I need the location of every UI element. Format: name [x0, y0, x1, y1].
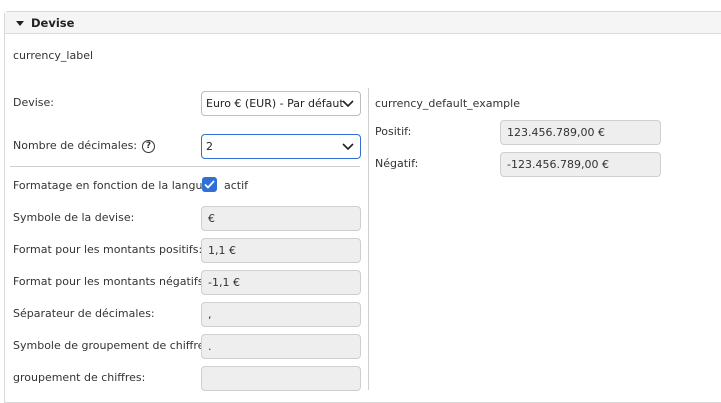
negative-format-field[interactable]: -1,1 €: [201, 270, 361, 295]
column-divider: [368, 88, 369, 390]
divider: [10, 166, 360, 167]
locale-format-checkbox[interactable]: [202, 177, 217, 192]
devise-label: Devise:: [13, 96, 55, 109]
example-negative-label: Négatif:: [375, 157, 419, 170]
locale-format-label: Formatage en fonction de la langue:: [13, 179, 213, 192]
positive-format-field[interactable]: 1,1 €: [201, 238, 361, 263]
devise-select[interactable]: Euro € (EUR) - Par défaut: [201, 91, 361, 116]
grouping-symbol-label: Symbole de groupement de chiffres:: [13, 339, 214, 352]
example-positive-field[interactable]: 123.456.789,00 €: [500, 120, 661, 145]
chevron-down-icon: [342, 143, 354, 151]
caret-down-icon[interactable]: [16, 20, 24, 26]
example-positive-label: Positif:: [375, 125, 412, 138]
devise-select-value: Euro € (EUR) - Par défaut: [206, 97, 344, 110]
checkmark-icon: [204, 180, 215, 189]
decimals-select-value: 2: [206, 140, 213, 153]
decimals-label-text: Nombre de décimales:: [13, 139, 138, 152]
help-icon[interactable]: ?: [142, 139, 156, 153]
grouping-field[interactable]: [201, 366, 361, 391]
decimal-separator-label: Séparateur de décimales:: [13, 307, 155, 320]
positive-format-label: Format pour les montants positifs:: [13, 243, 203, 256]
negative-format-label: Format pour les montants négatifs:: [13, 275, 208, 288]
grouping-label: groupement de chiffres:: [13, 371, 146, 384]
decimals-label: Nombre de décimales:?: [13, 139, 156, 153]
panel-header[interactable]: Devise: [5, 12, 721, 34]
symbol-label: Symbole de la devise:: [13, 211, 135, 224]
chevron-down-icon: [342, 100, 354, 108]
panel-title: Devise: [31, 15, 75, 30]
example-title: currency_default_example: [375, 97, 520, 110]
locale-format-checkbox-label: actif: [224, 179, 249, 192]
symbol-field[interactable]: €: [201, 206, 361, 231]
example-negative-field[interactable]: -123.456.789,00 €: [500, 152, 661, 177]
decimals-select[interactable]: 2: [201, 134, 361, 159]
decimal-separator-field[interactable]: ,: [201, 302, 361, 327]
grouping-symbol-field[interactable]: .: [201, 334, 361, 359]
section-subtitle: currency_label: [13, 49, 94, 62]
